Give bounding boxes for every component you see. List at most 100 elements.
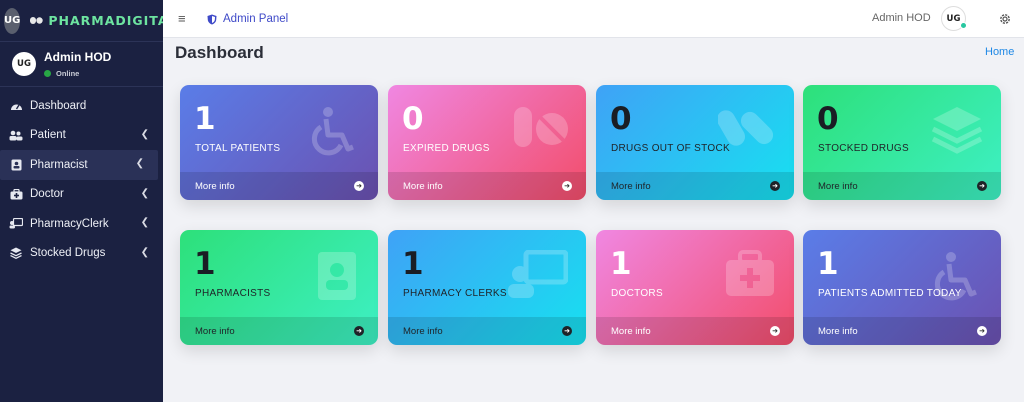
card-count: 1: [194, 101, 216, 137]
sidebar-item-label: Dashboard: [30, 99, 87, 112]
sidebar-item-label: Patient: [30, 129, 66, 142]
sidebar-item-label: PharmacyClerk: [30, 217, 109, 230]
pills-icon: [512, 105, 568, 154]
card-count: 1: [194, 246, 216, 282]
chevron-left-icon: ❮: [140, 187, 149, 199]
shield-icon: [207, 14, 217, 24]
card-pharmacy-clerks: 1 PHARMACY CLERKS More info ➜: [388, 230, 586, 345]
page-title: Dashboard: [175, 43, 264, 62]
sidebar-menu: Dashboard Patient ❮ Pharmacist ❮ Doctor …: [0, 91, 163, 268]
more-info-label: More info: [611, 180, 651, 192]
more-info-label: More info: [818, 180, 858, 192]
card-total-patients: 1 TOTAL PATIENTS More info ➜: [180, 85, 378, 200]
arrow-right-icon: ➜: [977, 181, 987, 191]
arrow-right-icon: ➜: [770, 326, 780, 336]
more-info-label: More info: [195, 325, 235, 337]
dashboard-icon: [9, 100, 23, 111]
brand[interactable]: UG PHARMADIGITAL: [0, 0, 176, 42]
card-count: 0: [610, 101, 632, 137]
card-doctors: 1 DOCTORS More info ➜: [596, 230, 794, 345]
user-panel[interactable]: UG Admin HOD Online: [0, 42, 163, 87]
avatar: UG: [12, 52, 36, 76]
brand-logo: UG: [4, 7, 21, 34]
card-label: TOTAL PATIENTS: [195, 143, 281, 154]
wheelchair-icon: [931, 250, 983, 307]
wheelchair-icon: [308, 105, 360, 162]
top-user-name[interactable]: Admin HOD: [872, 12, 931, 24]
gear-icon[interactable]: [998, 12, 1012, 31]
brand-name: PHARMADIGITAL: [48, 13, 178, 28]
more-info-link[interactable]: More info ➜: [180, 317, 378, 345]
card-expired-drugs: 0 EXPIRED DRUGS More info ➜: [388, 85, 586, 200]
sidebar-item-doctor[interactable]: Doctor ❮: [0, 180, 163, 210]
sidebar-item-label: Pharmacist: [30, 158, 88, 171]
arrow-right-icon: ➜: [770, 181, 780, 191]
card-count: 0: [817, 101, 839, 137]
card-count: 1: [817, 246, 839, 282]
menu-toggle-icon[interactable]: ≡: [178, 11, 186, 26]
card-count: 1: [610, 246, 632, 282]
card-drugs-out-of-stock: 0 DRUGS OUT OF STOCK More info ➜: [596, 85, 794, 200]
card-patients-admitted-today: 1 PATIENTS ADMITTED TODAY More info ➜: [803, 230, 1001, 345]
chevron-left-icon: ❮: [140, 246, 149, 258]
card-count: 0: [402, 101, 424, 137]
more-info-label: More info: [403, 325, 443, 337]
sidebar-item-label: Stocked Drugs: [30, 247, 106, 260]
layers-icon: [931, 105, 983, 160]
pills-icon: [30, 16, 44, 25]
more-info-label: More info: [818, 325, 858, 337]
users-icon: [9, 130, 23, 141]
sidebar-item-pharmacist[interactable]: Pharmacist ❮: [0, 150, 158, 180]
sidebar: UG PHARMADIGITAL UG Admin HOD Online Das…: [0, 0, 176, 402]
online-indicator-icon: [960, 22, 967, 29]
breadcrumb[interactable]: Home: [985, 46, 1014, 58]
card-label: DRUGS OUT OF STOCK: [611, 143, 730, 154]
more-info-link[interactable]: More info ➜: [803, 172, 1001, 200]
card-label: EXPIRED DRUGS: [403, 143, 490, 154]
capsules-icon: [717, 105, 776, 156]
more-info-link[interactable]: More info ➜: [388, 317, 586, 345]
sidebar-item-patient[interactable]: Patient ❮: [0, 121, 163, 151]
chevron-left-icon: ❮: [140, 217, 149, 228]
top-navbar: ≡ Admin Panel Admin HOD UG: [163, 0, 1024, 38]
arrow-right-icon: ➜: [354, 326, 364, 336]
arrow-right-icon: ➜: [562, 181, 572, 191]
status-text: Online: [56, 69, 80, 78]
more-info-link[interactable]: More info ➜: [596, 317, 794, 345]
sidebar-item-label: Doctor: [30, 188, 64, 201]
admin-panel-link[interactable]: Admin Panel: [207, 13, 288, 25]
sidebar-item-dashboard[interactable]: Dashboard: [0, 91, 163, 121]
more-info-link[interactable]: More info ➜: [803, 317, 1001, 345]
more-info-link[interactable]: More info ➜: [388, 172, 586, 200]
arrow-right-icon: ➜: [562, 326, 572, 336]
layers-icon: [9, 247, 23, 260]
medkit-icon: [724, 250, 776, 303]
card-pharmacists: 1 PHARMACISTS More info ➜: [180, 230, 378, 345]
card-label: PHARMACY CLERKS: [403, 288, 507, 299]
card-count: 1: [402, 246, 424, 282]
admin-panel-label: Admin Panel: [223, 13, 289, 25]
sidebar-item-stocked-drugs[interactable]: Stocked Drugs ❮: [0, 239, 163, 269]
more-info-label: More info: [403, 180, 443, 192]
address-book-icon: [314, 250, 360, 307]
more-info-link[interactable]: More info ➜: [180, 172, 378, 200]
user-status: Online: [44, 69, 111, 78]
card-label: STOCKED DRUGS: [818, 143, 909, 154]
chevron-left-icon: ❮: [135, 158, 144, 169]
clerk-icon: [9, 218, 23, 229]
card-stocked-drugs: 0 STOCKED DRUGS More info ➜: [803, 85, 1001, 200]
card-label: PHARMACISTS: [195, 288, 271, 299]
more-info-link[interactable]: More info ➜: [596, 172, 794, 200]
chevron-left-icon: ❮: [140, 128, 149, 140]
user-card-icon: [9, 159, 23, 171]
arrow-right-icon: ➜: [977, 326, 987, 336]
card-label: DOCTORS: [611, 288, 663, 299]
chalkboard-teacher-icon: [508, 249, 569, 305]
arrow-right-icon: ➜: [354, 181, 364, 191]
medkit-icon: [9, 188, 23, 200]
more-info-label: More info: [611, 325, 651, 337]
status-dot-icon: [44, 70, 51, 77]
sidebar-item-pharmacyclerk[interactable]: PharmacyClerk ❮: [0, 209, 163, 239]
more-info-label: More info: [195, 180, 235, 192]
user-name: Admin HOD: [44, 50, 112, 64]
